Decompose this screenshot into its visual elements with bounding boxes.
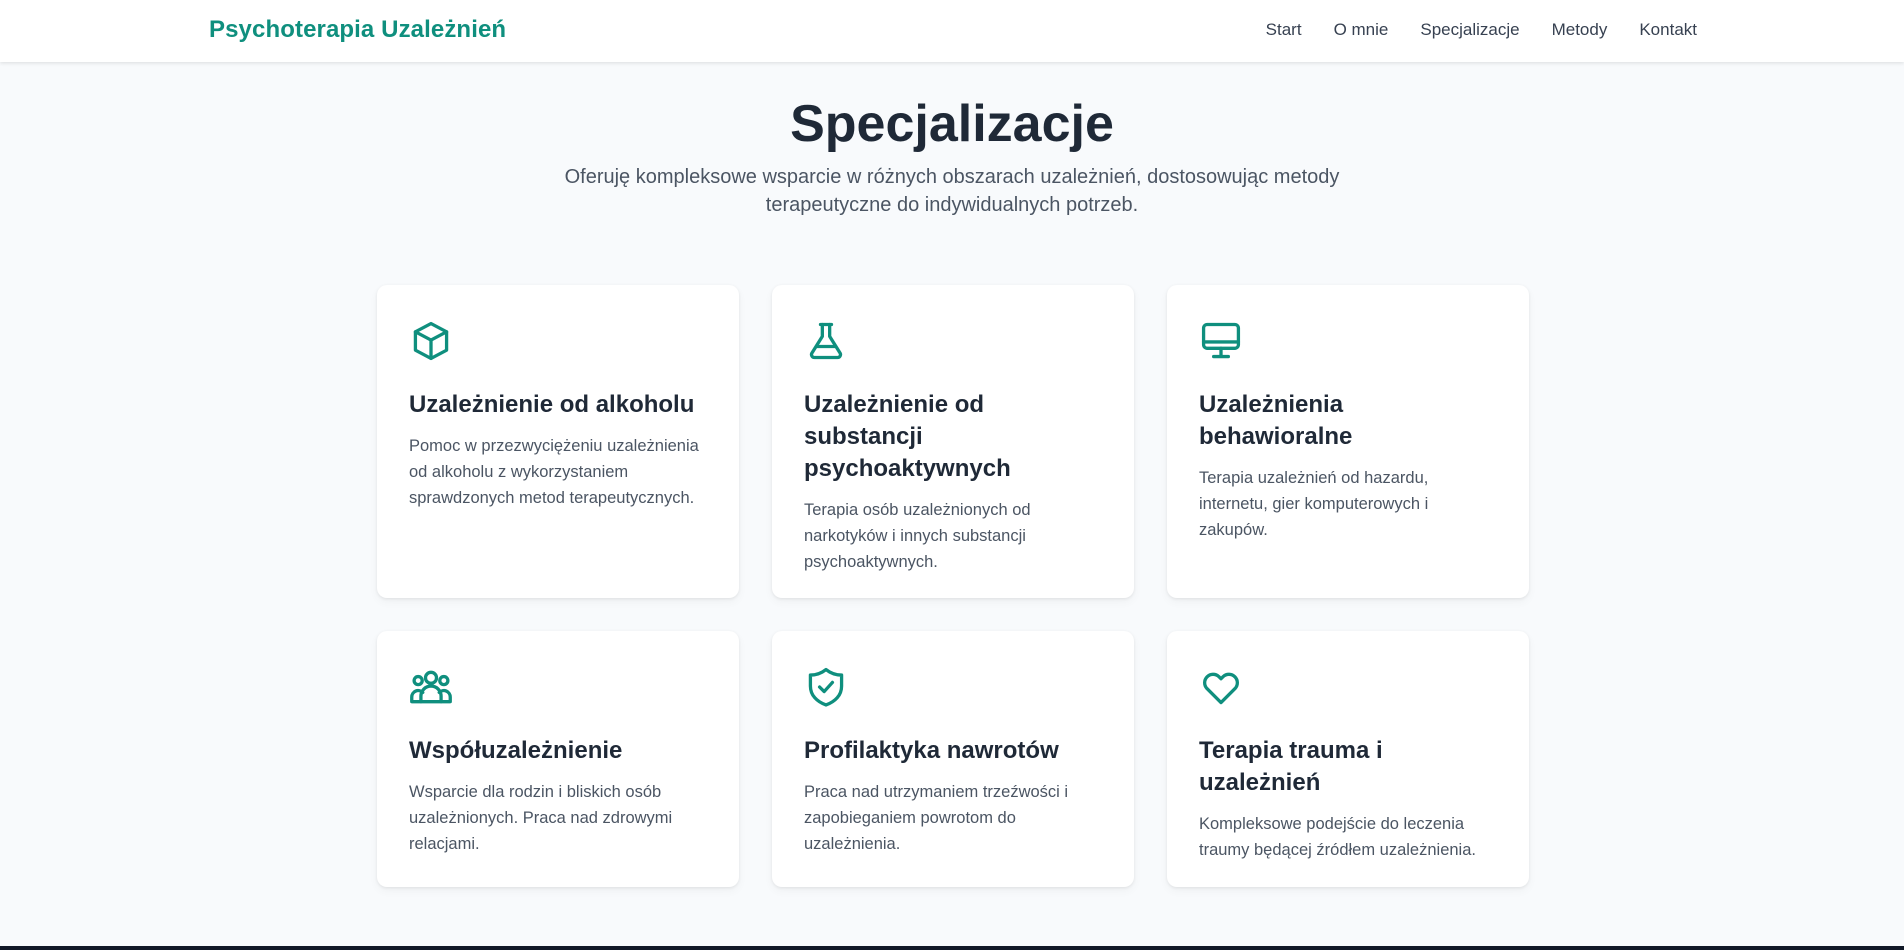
specialization-card: Uzależnienie od substancji psychoaktywny… (772, 285, 1134, 598)
card-title: Terapia trauma i uzależnień (1199, 737, 1383, 796)
section-subtitle: Oferuję kompleksowe wsparcie w różnych o… (564, 166, 1340, 216)
card-description: Wsparcie dla rodzin i bliskich osób uzal… (409, 783, 673, 853)
brand-logo[interactable]: Psychoterapia Uzależnień (209, 16, 506, 44)
card-description: Kompleksowe podejście do leczenia traumy… (1199, 815, 1476, 859)
specialization-card: Terapia trauma i uzależnień Kompleksowe … (1167, 631, 1529, 887)
specialization-card: Współuzależnienie Wsparcie dla rodzin i … (377, 631, 739, 887)
card-title: Współuzależnienie (409, 737, 623, 764)
nav-link-metody[interactable]: Metody (1552, 20, 1608, 40)
users-icon (409, 665, 453, 709)
nav-links: Start O mnie Specjalizacje Metody Kontak… (1266, 20, 1697, 40)
flask-icon (804, 319, 848, 363)
nav-link-kontakt[interactable]: Kontakt (1639, 20, 1697, 40)
footer-edge (0, 946, 1904, 950)
card-title: Uzależnienie od substancji psychoaktywny… (804, 391, 1011, 482)
card-title: Uzależnienia behawioralne (1199, 391, 1353, 450)
section-title: Specjalizacje (790, 95, 1114, 153)
shield-check-icon (804, 665, 848, 709)
nav-link-o-mnie[interactable]: O mnie (1334, 20, 1389, 40)
monitor-icon (1199, 319, 1243, 363)
card-title: Uzależnienie od alkoholu (409, 391, 695, 418)
card-description: Pomoc w przezwyciężeniu uzależnienia od … (409, 437, 699, 507)
card-description: Terapia osób uzależnionych od narkotyków… (804, 501, 1031, 571)
card-title: Profilaktyka nawrotów (804, 737, 1059, 764)
card-description: Praca nad utrzymaniem trzeźwości i zapob… (804, 783, 1069, 853)
navbar: Psychoterapia Uzależnień Start O mnie Sp… (0, 0, 1904, 62)
specialization-card: Uzależnienie od alkoholu Pomoc w przezwy… (377, 285, 739, 598)
specializations-grid: Uzależnienie od alkoholu Pomoc w przezwy… (377, 285, 1529, 887)
cube-icon (409, 319, 453, 363)
heart-icon (1199, 665, 1243, 709)
nav-link-specjalizacje[interactable]: Specjalizacje (1420, 20, 1519, 40)
card-description: Terapia uzależnień od hazardu, internetu… (1199, 469, 1429, 539)
nav-link-start[interactable]: Start (1266, 20, 1302, 40)
specialization-card: Uzależnienia behawioralne Terapia uzależ… (1167, 285, 1529, 598)
specialization-card: Profilaktyka nawrotów Praca nad utrzyman… (772, 631, 1134, 887)
